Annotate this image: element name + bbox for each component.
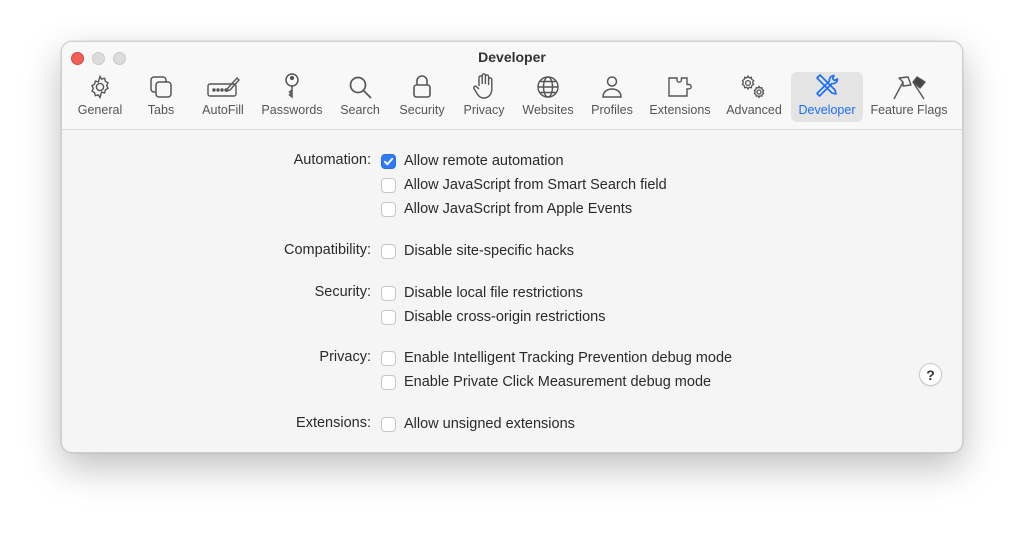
tab-search[interactable]: Search	[336, 72, 384, 122]
option-disable-local-file-restrictions[interactable]: Disable local file restrictions	[381, 284, 583, 302]
option-label: Allow JavaScript from Apple Events	[404, 201, 633, 217]
help-button[interactable]: ?	[919, 363, 942, 386]
flags-icon	[891, 72, 927, 100]
toolbar: Developer General Tabs AutoFill Password…	[62, 42, 962, 130]
tab-label: Tabs	[147, 103, 175, 117]
option-allow-remote-automation[interactable]: Allow remote automation	[381, 152, 564, 170]
option-label: Allow remote automation	[404, 153, 564, 169]
tab-label: Privacy	[463, 103, 505, 117]
checkbox[interactable]	[381, 243, 396, 259]
option-label: Enable Private Click Measurement debug m…	[404, 374, 712, 390]
section-label-privacy: Privacy:	[319, 349, 371, 365]
gear-icon	[87, 72, 113, 100]
option-label: Allow JavaScript from Smart Search field	[404, 177, 667, 193]
tab-advanced[interactable]: Advanced	[722, 72, 786, 122]
section-label-compatibility: Compatibility:	[283, 242, 371, 258]
tab-privacy[interactable]: Privacy	[458, 72, 510, 122]
option-allow-js-apple-events[interactable]: Allow JavaScript from Apple Events	[381, 200, 632, 218]
checkbox[interactable]	[381, 177, 396, 193]
tab-label: Feature Flags	[870, 103, 948, 117]
tab-autofill[interactable]: AutoFill	[194, 72, 252, 122]
option-allow-js-smart-search[interactable]: Allow JavaScript from Smart Search field	[381, 176, 667, 194]
tab-passwords[interactable]: Passwords	[258, 72, 326, 122]
tab-label: Websites	[522, 103, 574, 117]
option-itp-debug-mode[interactable]: Enable Intelligent Tracking Prevention d…	[381, 349, 732, 367]
checkbox[interactable]	[381, 374, 396, 390]
tab-label: AutoFill	[202, 103, 244, 117]
checkbox[interactable]	[381, 416, 396, 432]
tab-label: Search	[340, 103, 380, 117]
magnifier-icon	[347, 72, 373, 100]
tab-label: Passwords	[261, 103, 323, 117]
key-icon	[281, 72, 303, 100]
section-label-automation: Automation:	[293, 152, 371, 168]
option-label: Disable site-specific hacks	[404, 243, 575, 259]
tab-label: Profiles	[591, 103, 633, 117]
tab-label: Developer	[798, 103, 856, 117]
option-pcm-debug-mode[interactable]: Enable Private Click Measurement debug m…	[381, 373, 711, 391]
globe-icon	[535, 72, 561, 100]
tab-feature-flags[interactable]: Feature Flags	[868, 72, 950, 122]
option-label: Enable Intelligent Tracking Prevention d…	[404, 350, 733, 366]
checkbox[interactable]	[381, 285, 396, 301]
tab-label: Advanced	[726, 103, 782, 117]
hand-icon	[472, 72, 496, 100]
tab-websites[interactable]: Websites	[518, 72, 578, 122]
tab-extensions[interactable]: Extensions	[646, 72, 714, 122]
tab-label: Extensions	[649, 103, 711, 117]
tab-general[interactable]: General	[72, 72, 128, 122]
checkbox-checked[interactable]	[381, 153, 396, 169]
lock-icon	[411, 72, 433, 100]
tab-tabs[interactable]: Tabs	[138, 72, 184, 122]
checkbox[interactable]	[381, 201, 396, 217]
puzzle-icon	[666, 72, 694, 100]
checkbox[interactable]	[381, 309, 396, 325]
tab-developer[interactable]: Developer	[791, 72, 863, 122]
window-title: Developer	[478, 49, 546, 65]
person-icon	[600, 72, 624, 100]
option-label: Disable cross-origin restrictions	[404, 309, 606, 325]
option-label: Allow unsigned extensions	[404, 416, 575, 432]
gears-icon	[739, 72, 769, 100]
tab-label: Security	[399, 103, 445, 117]
option-label: Disable local file restrictions	[404, 285, 583, 301]
autofill-icon	[206, 72, 240, 100]
tabs-icon	[148, 72, 174, 100]
option-disable-site-hacks[interactable]: Disable site-specific hacks	[381, 242, 574, 260]
tools-icon	[813, 72, 841, 100]
developer-settings-panel: Automation: Allow remote automation Allo…	[62, 131, 962, 452]
section-label-security: Security:	[314, 284, 371, 300]
option-allow-unsigned-extensions[interactable]: Allow unsigned extensions	[381, 415, 575, 433]
tab-profiles[interactable]: Profiles	[586, 72, 638, 122]
option-disable-cross-origin-restrictions[interactable]: Disable cross-origin restrictions	[381, 308, 605, 326]
tab-label: General	[77, 103, 123, 117]
checkbox[interactable]	[381, 350, 396, 366]
section-label-extensions: Extensions:	[296, 415, 371, 431]
settings-window: Developer General Tabs AutoFill Password…	[61, 41, 963, 453]
tab-security[interactable]: Security	[394, 72, 450, 122]
